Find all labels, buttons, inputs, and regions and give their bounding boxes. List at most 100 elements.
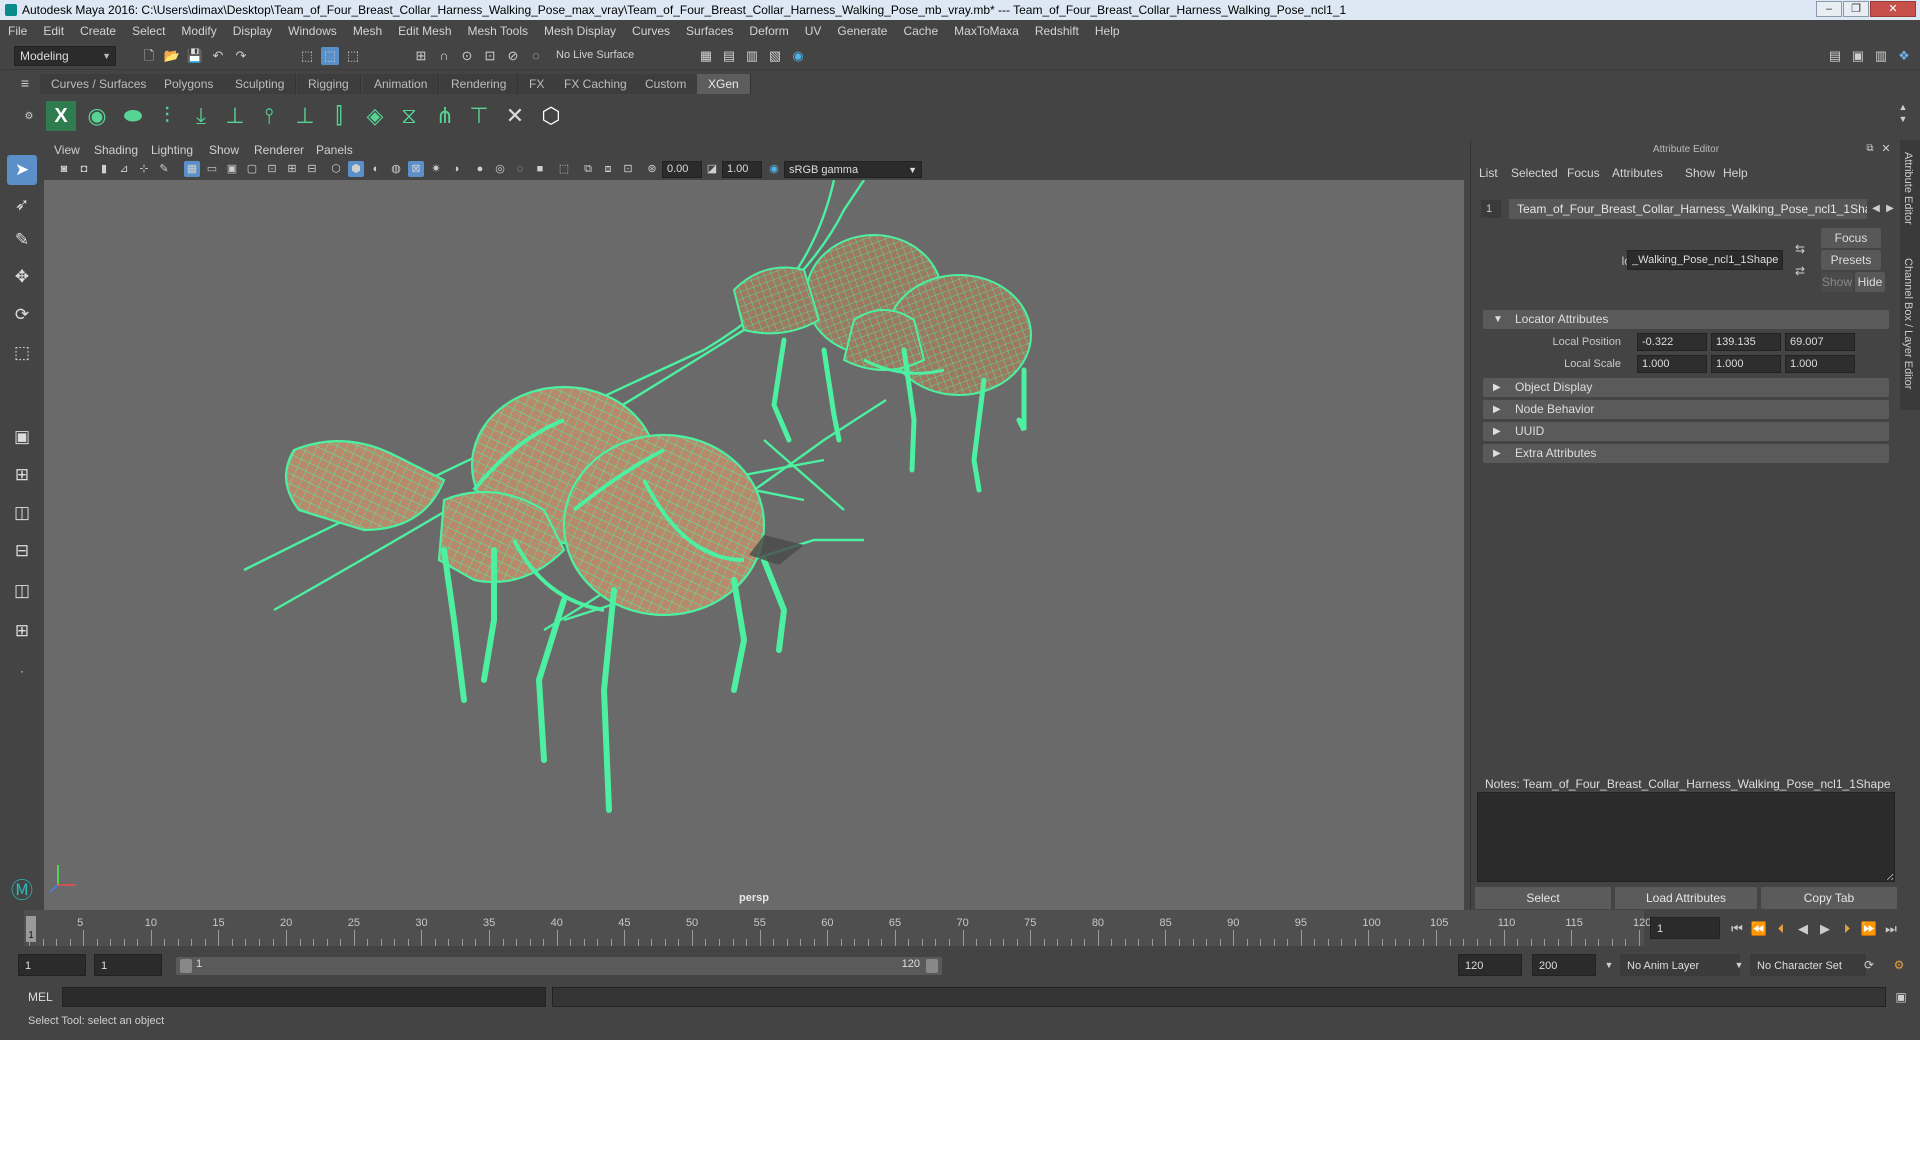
ipr-render-icon[interactable]: ▧ xyxy=(766,47,784,65)
hide-button[interactable]: Hide xyxy=(1855,272,1885,292)
menu-deform[interactable]: Deform xyxy=(749,24,788,38)
menu-display[interactable]: Display xyxy=(233,24,272,38)
scene-start-field[interactable]: 1 xyxy=(18,954,86,976)
anti-aliasing-icon[interactable]: ◌ xyxy=(512,161,528,177)
snap-to-view-plane-icon[interactable]: ⊡ xyxy=(481,47,499,65)
ae-menu-help[interactable]: Help xyxy=(1723,166,1748,180)
mode-dropdown[interactable]: Modeling ▼ xyxy=(14,46,116,66)
vp-menu-panels[interactable]: Panels xyxy=(316,143,353,157)
node-tab-index[interactable]: 1 xyxy=(1481,200,1501,218)
presets-toggle-icon[interactable]: ⇄ xyxy=(1791,262,1809,280)
open-scene-icon[interactable]: 📂 xyxy=(163,47,181,65)
scene-end-field[interactable]: 200 xyxy=(1532,954,1596,976)
camera-attributes-icon[interactable]: ◘ xyxy=(76,161,92,177)
shelf-menu-icon[interactable]: ≡ xyxy=(16,74,34,92)
notes-textarea[interactable] xyxy=(1477,792,1895,882)
snap-to-point-icon[interactable]: ⊙ xyxy=(458,47,476,65)
single-perspective-layout-icon[interactable]: ▣ xyxy=(7,422,37,452)
menu-redshift[interactable]: Redshift xyxy=(1035,24,1079,38)
menu-modify[interactable]: Modify xyxy=(181,24,216,38)
menu-create[interactable]: Create xyxy=(80,24,116,38)
section-object-display[interactable]: ▶ Object Display xyxy=(1483,378,1889,397)
node-tab[interactable]: Team_of_Four_Breast_Collar_Harness_Walki… xyxy=(1509,199,1867,219)
timeline-ruler[interactable]: 5 10 15 20 25 30 35 40 45 50 55 60 65 70 75 80 85 90 95 100… xyxy=(24,910,1651,946)
wireframe-on-shaded-icon[interactable]: ◐ xyxy=(368,161,384,177)
go-to-start-icon[interactable]: ⏮ xyxy=(1728,920,1746,938)
auto-key-icon[interactable]: ⟳ xyxy=(1860,956,1878,974)
xgen-hexagon-icon[interactable]: ⬡ xyxy=(536,101,566,131)
isolate-select-icon[interactable]: ⬚ xyxy=(556,161,572,177)
xray-icon[interactable]: ⧉ xyxy=(580,161,596,177)
section-node-behavior[interactable]: ▶ Node Behavior xyxy=(1483,400,1889,419)
range-slider[interactable]: 1 120 xyxy=(176,957,942,975)
xgen-lock-length-icon[interactable]: ⊥ xyxy=(290,101,320,131)
local-scale-z[interactable] xyxy=(1785,355,1855,373)
focus-button[interactable]: Focus xyxy=(1821,228,1881,248)
color-space-dropdown[interactable]: sRGB gamma ▼ xyxy=(784,161,922,178)
use-all-lights-icon[interactable]: ✷ xyxy=(428,161,444,177)
playback-end-field[interactable]: 120 xyxy=(1458,954,1522,976)
shadows-icon[interactable]: ◑ xyxy=(448,161,464,177)
float-panel-icon[interactable]: ⧉ xyxy=(1863,140,1877,158)
anim-layer-dropdown[interactable]: No Anim Layer xyxy=(1620,954,1740,976)
ae-menu-focus[interactable]: Focus xyxy=(1567,166,1600,180)
ae-menu-attributes[interactable]: Attributes xyxy=(1612,166,1663,180)
xgen-editor-icon[interactable]: X xyxy=(46,101,76,131)
show-button[interactable]: Show xyxy=(1821,272,1853,292)
hypershade-layout-icon[interactable]: ◫ xyxy=(7,576,37,606)
gate-mask-icon[interactable]: ▢ xyxy=(244,161,260,177)
xgen-bend-icon[interactable]: ⫿ xyxy=(324,101,354,131)
tab-fx-caching[interactable]: FX Caching xyxy=(553,74,639,94)
textured-icon[interactable]: ◍ xyxy=(388,161,404,177)
gamma-field[interactable] xyxy=(722,161,762,178)
menu-surfaces[interactable]: Surfaces xyxy=(686,24,733,38)
live-surface-label[interactable]: No Live Surface xyxy=(556,49,634,61)
vp-menu-view[interactable]: View xyxy=(54,143,80,157)
close-button[interactable]: ✕ xyxy=(1870,1,1916,17)
chevron-down-icon[interactable]: ▼ xyxy=(1600,956,1618,974)
xgen-place-guides-icon[interactable]: ⫶ xyxy=(152,101,182,131)
lasso-tool-icon[interactable]: ➶ xyxy=(7,190,37,220)
resolution-gate-icon[interactable]: ▣ xyxy=(224,161,240,177)
bookmark-icon[interactable]: ▮ xyxy=(96,161,112,177)
command-language-label[interactable]: MEL xyxy=(28,990,53,1004)
render-current-frame-icon[interactable]: ▥ xyxy=(743,47,761,65)
tab-sculpting[interactable]: Sculpting xyxy=(224,74,297,94)
ae-menu-show[interactable]: Show xyxy=(1685,166,1715,180)
local-position-z[interactable] xyxy=(1785,333,1855,351)
side-tab-attribute-editor[interactable]: Attribute Editor xyxy=(1902,152,1914,225)
film-gate-icon[interactable]: ▭ xyxy=(204,161,220,177)
section-extra-attributes[interactable]: ▶ Extra Attributes xyxy=(1483,444,1889,463)
persp-graph-layout-icon[interactable]: ⊟ xyxy=(7,536,37,566)
ae-menu-selected[interactable]: Selected xyxy=(1511,166,1558,180)
four-view-layout-icon[interactable]: ⊞ xyxy=(7,460,37,490)
xray-active-components-icon[interactable]: ⧈ xyxy=(600,161,616,177)
xgen-comb-icon[interactable]: ⋔ xyxy=(430,101,460,131)
presets-button[interactable]: Presets xyxy=(1821,250,1881,270)
menu-mesh[interactable]: Mesh xyxy=(353,24,382,38)
local-position-y[interactable] xyxy=(1711,333,1781,351)
local-scale-x[interactable] xyxy=(1637,355,1707,373)
xgen-scale-icon[interactable]: ⧖ xyxy=(394,101,424,131)
xgen-layers-icon[interactable]: ◈ xyxy=(360,101,390,131)
smooth-shade-icon[interactable]: ⬢ xyxy=(348,161,364,177)
range-start-handle[interactable] xyxy=(180,959,192,973)
xgen-sculpt-guides-icon[interactable]: ⊥ xyxy=(220,101,250,131)
select-by-object-icon[interactable]: ⬚ xyxy=(321,47,339,65)
minimize-button[interactable]: – xyxy=(1816,1,1842,17)
exposure-field[interactable] xyxy=(662,161,702,178)
xgen-cut-icon[interactable]: ⊤ xyxy=(464,101,494,131)
playback-start-field[interactable]: 1 xyxy=(94,954,162,976)
close-panel-icon[interactable]: ✕ xyxy=(1879,140,1893,158)
gamma-icon[interactable]: ◪ xyxy=(704,161,720,177)
menu-mesh-tools[interactable]: Mesh Tools xyxy=(468,24,528,38)
ae-menu-list[interactable]: List xyxy=(1479,166,1498,180)
xgen-create-description-icon[interactable]: ◉ xyxy=(82,101,112,131)
step-forward-key-icon[interactable]: ⏵ xyxy=(1838,920,1856,938)
menu-mesh-display[interactable]: Mesh Display xyxy=(544,24,616,38)
field-chart-icon[interactable]: ⊡ xyxy=(264,161,280,177)
vp-menu-show[interactable]: Show xyxy=(209,143,239,157)
menu-generate[interactable]: Generate xyxy=(837,24,887,38)
select-by-hierarchy-icon[interactable]: ⬚ xyxy=(298,47,316,65)
tab-scroll-right-icon[interactable]: ▶ xyxy=(1883,200,1897,218)
